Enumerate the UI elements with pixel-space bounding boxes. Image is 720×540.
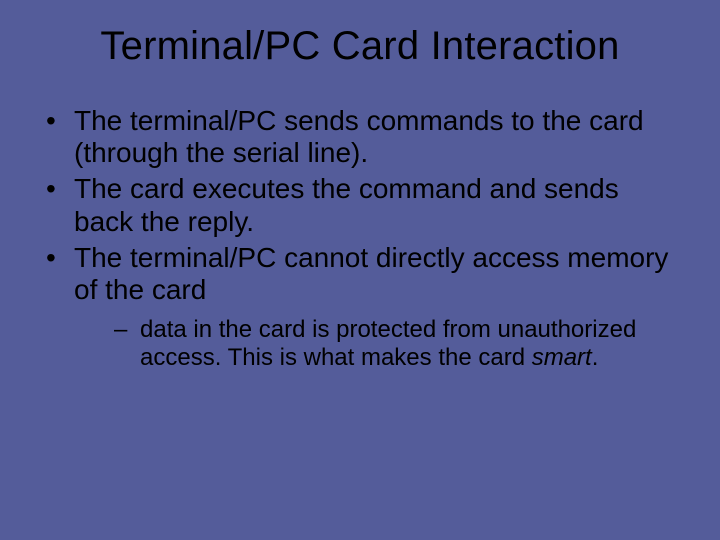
sub-bullet-item: data in the card is protected from unaut… [114, 316, 680, 373]
bullet-item: The card executes the command and sends … [40, 173, 680, 237]
sub-bullet-list: data in the card is protected from unaut… [74, 316, 680, 373]
sub-bullet-suffix: . [592, 344, 599, 371]
bullet-list: The terminal/PC sends commands to the ca… [32, 105, 688, 373]
bullet-item: The terminal/PC sends commands to the ca… [40, 105, 680, 169]
slide: Terminal/PC Card Interaction The termina… [0, 0, 720, 540]
sub-bullet-italic: smart [532, 344, 592, 371]
slide-title: Terminal/PC Card Interaction [32, 24, 688, 69]
bullet-item: The terminal/PC cannot directly access m… [40, 242, 680, 373]
bullet-text: The terminal/PC cannot directly access m… [74, 242, 668, 305]
